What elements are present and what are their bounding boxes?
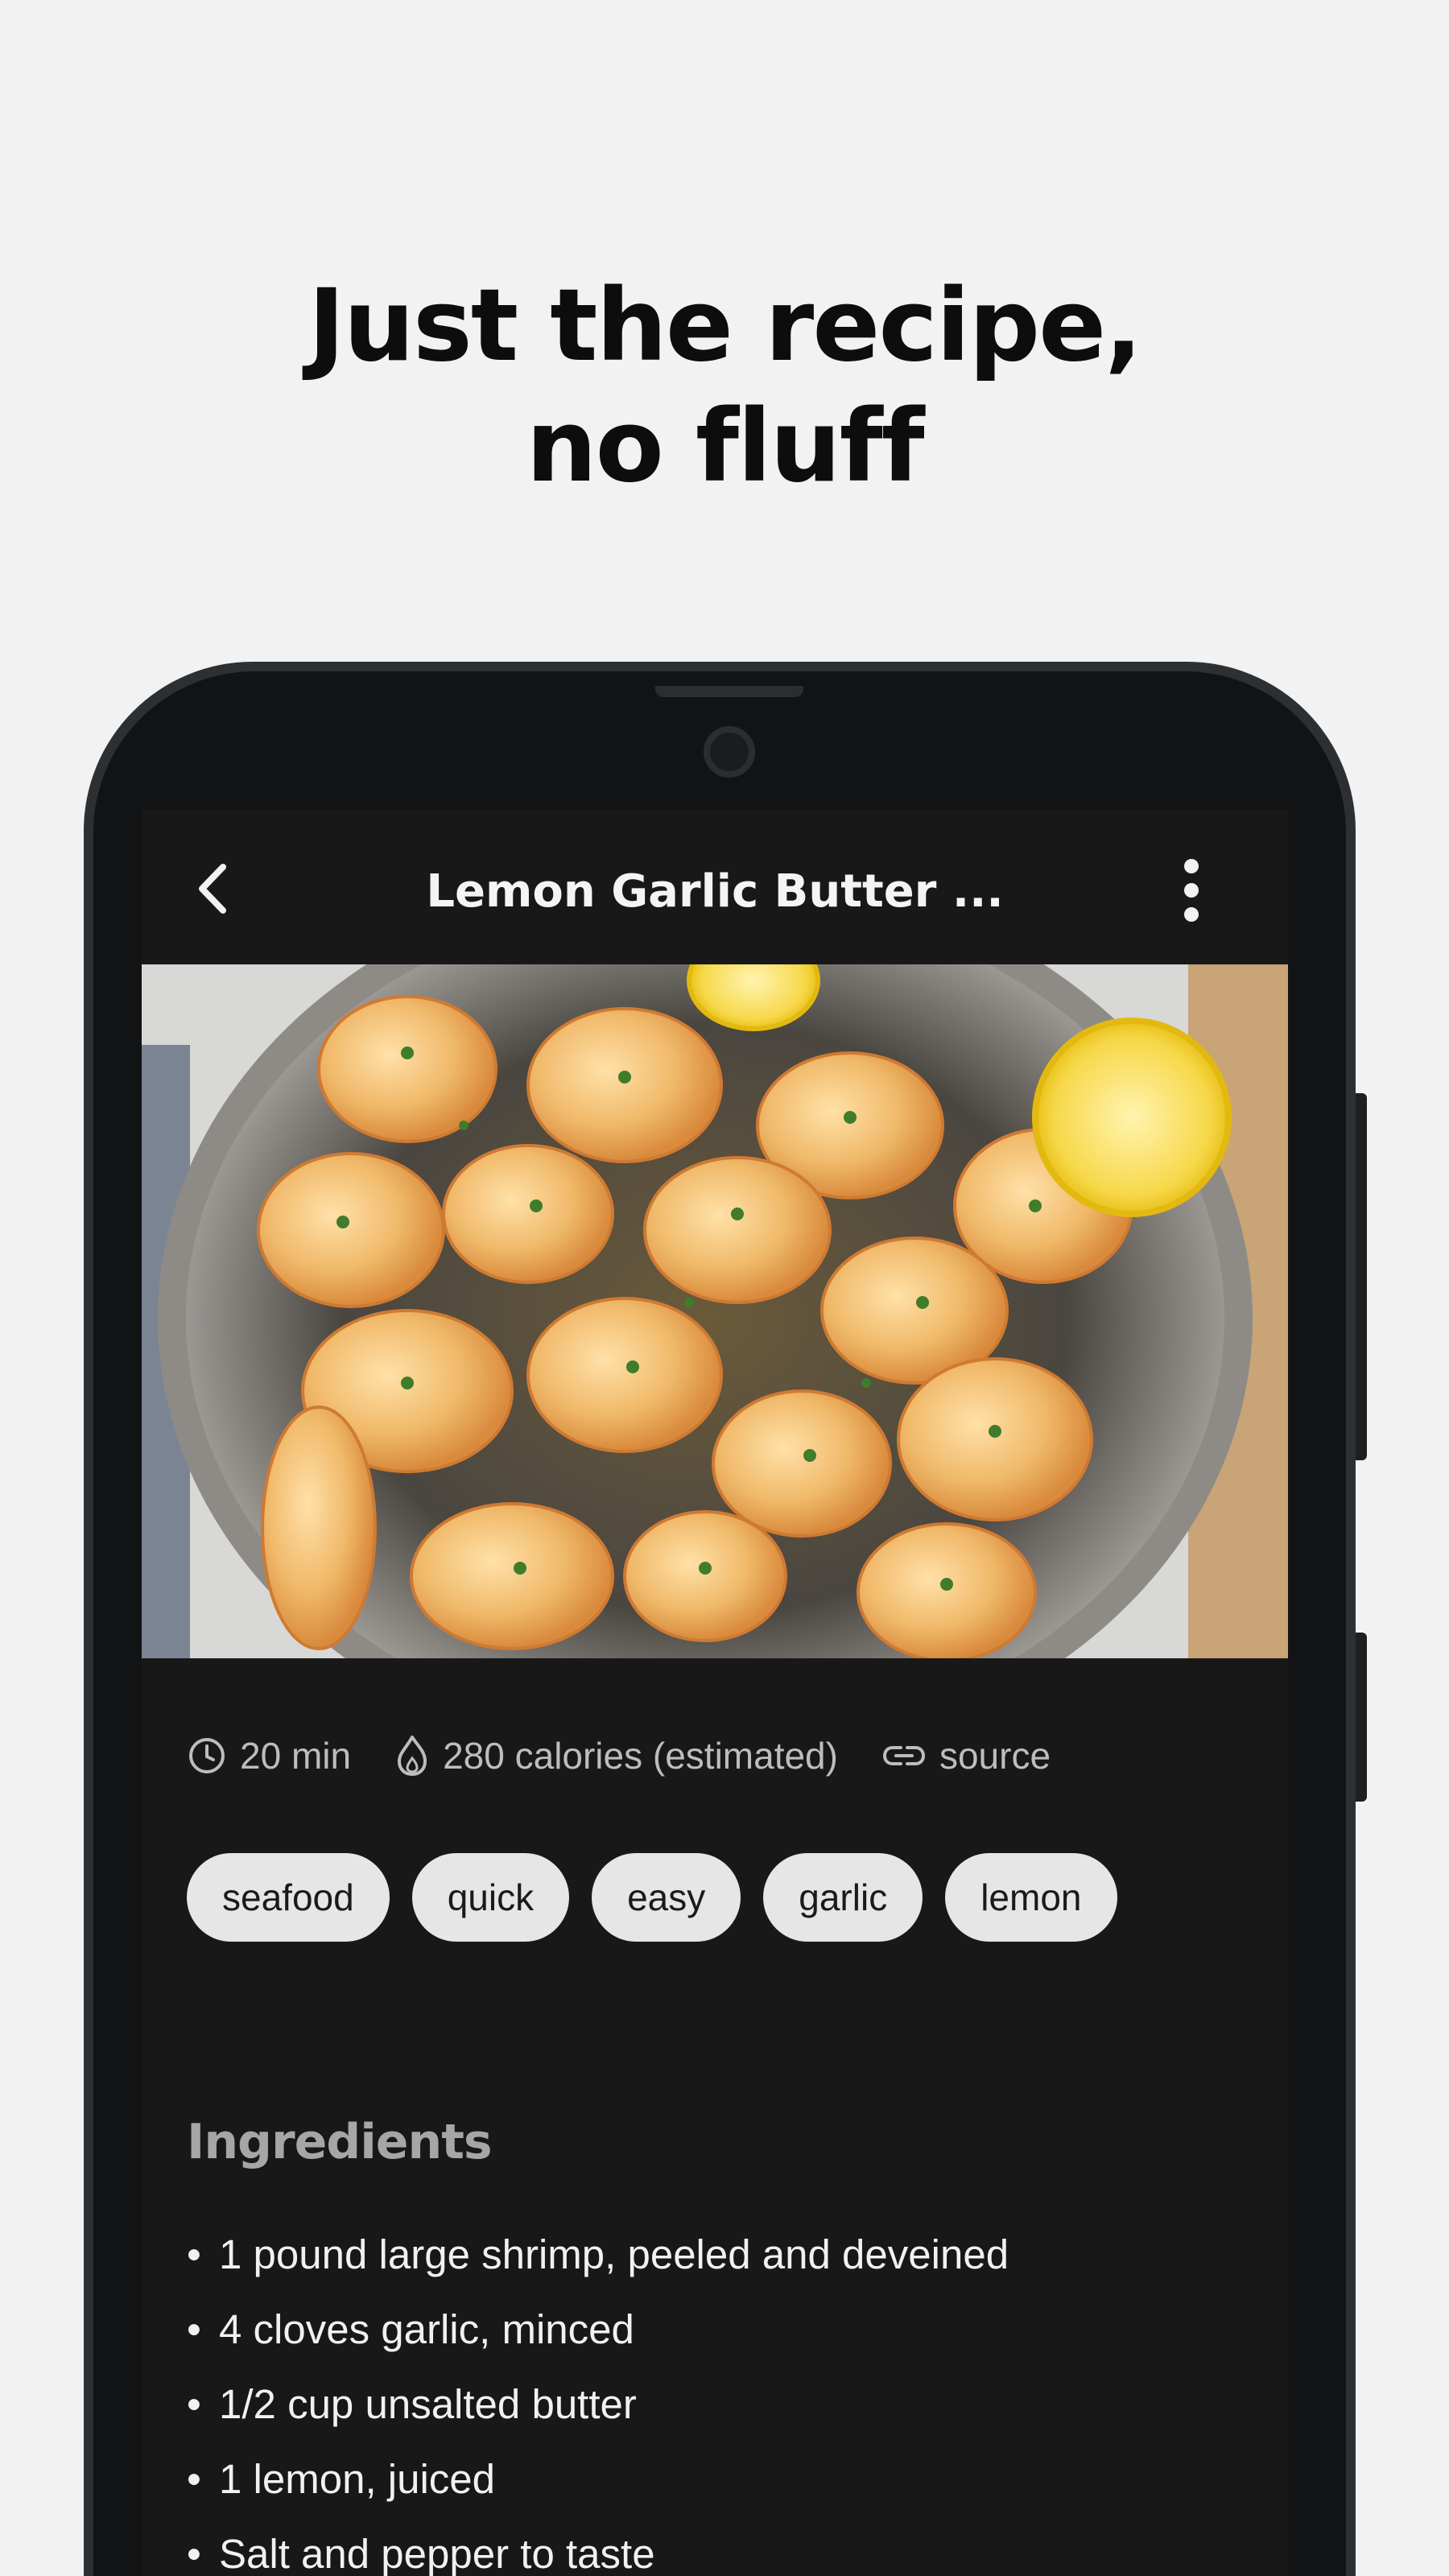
more-vertical-icon <box>1184 859 1199 922</box>
list-item: • 4 cloves garlic, minced <box>187 2292 1009 2367</box>
headline-line-1: Just the recipe, <box>308 268 1143 384</box>
ingredient-text: 1 pound large shrimp, peeled and deveine… <box>219 2231 1009 2277</box>
cook-time: 20 min <box>187 1734 351 1777</box>
bullet: • <box>187 2531 201 2576</box>
tag-list: seafood quick easy garlic lemon <box>187 1853 1140 1942</box>
recipe-screen: Lemon Garlic Butter ... 20 min 280 calor… <box>142 810 1288 2576</box>
ingredient-text: 4 cloves garlic, minced <box>219 2306 634 2352</box>
ingredients-heading: Ingredients <box>187 2114 493 2170</box>
tag-easy[interactable]: easy <box>592 1853 741 1942</box>
ingredients-list: • 1 pound large shrimp, peeled and devein… <box>187 2217 1009 2576</box>
link-icon <box>882 1746 925 1765</box>
ingredient-text: 1 lemon, juiced <box>219 2456 496 2502</box>
bullet: • <box>187 2231 201 2277</box>
tag-seafood[interactable]: seafood <box>187 1853 390 1942</box>
clock-icon <box>189 1738 225 1773</box>
recipe-hero-image <box>142 964 1288 1658</box>
tag-quick[interactable]: quick <box>411 1853 570 1942</box>
phone-side-button <box>1356 1633 1367 1802</box>
bullet: • <box>187 2456 201 2502</box>
list-item: • 1/2 cup unsalted butter <box>187 2367 1009 2442</box>
front-camera <box>704 726 755 778</box>
back-button[interactable] <box>180 857 245 921</box>
ingredient-text: Salt and pepper to taste <box>219 2531 655 2576</box>
promo-page: Just the recipe, no fluff Lemon Garlic B… <box>0 0 1449 2576</box>
calories-value: 280 calories (estimated) <box>443 1735 838 1777</box>
headline-line-2: no fluff <box>526 389 924 505</box>
cook-time-value: 20 min <box>240 1735 352 1777</box>
tag-lemon[interactable]: lemon <box>945 1853 1117 1942</box>
phone-side-button <box>1356 1093 1367 1460</box>
recipe-title: Lemon Garlic Butter ... <box>426 865 1004 918</box>
app-bar: Lemon Garlic Butter ... <box>142 810 1288 964</box>
list-item: • 1 lemon, juiced <box>187 2442 1009 2516</box>
promo-headline: Just the recipe, no fluff <box>0 266 1449 507</box>
ingredient-text: 1/2 cup unsalted butter <box>219 2381 637 2427</box>
tag-garlic[interactable]: garlic <box>763 1853 923 1942</box>
calories: 280 calories (estimated) <box>394 1734 838 1777</box>
chevron-left-icon <box>199 864 226 914</box>
phone-speaker <box>655 686 803 697</box>
flame-icon <box>398 1736 427 1776</box>
bullet: • <box>187 2381 201 2427</box>
bullet: • <box>187 2306 201 2352</box>
source-link[interactable]: source <box>881 1734 1051 1777</box>
source-label: source <box>939 1735 1051 1777</box>
recipe-meta: 20 min 280 calories (estimated) source <box>187 1734 1094 1777</box>
more-options-button[interactable] <box>1159 850 1224 931</box>
list-item: • Salt and pepper to taste <box>187 2516 1009 2576</box>
list-item: • 1 pound large shrimp, peeled and devein… <box>187 2217 1009 2292</box>
